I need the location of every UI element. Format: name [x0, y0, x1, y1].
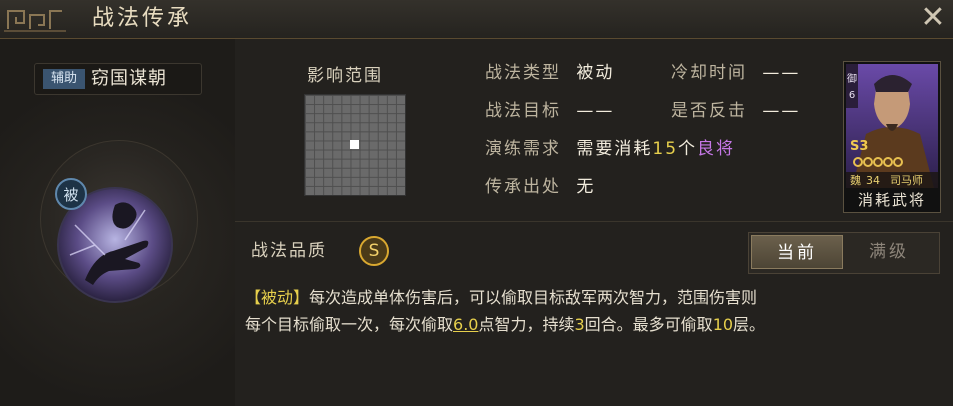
window-title: 战法传承 — [92, 6, 193, 31]
desc-turns: 3 — [574, 315, 585, 334]
range-title: 影响范围 — [307, 66, 383, 86]
skill-description: 【被动】每次造成单体伤害后，可以偷取目标敌军两次智力，范围伤害则 每个目标偷取一… — [245, 284, 935, 338]
card-side-text: 御 — [847, 72, 857, 85]
type-value: 被动 — [576, 63, 615, 83]
card-rank: S3 — [850, 139, 868, 154]
train-prefix: 需要消耗 — [576, 139, 653, 159]
train-label: 演练需求 — [485, 139, 561, 159]
tab-max-level[interactable]: 满级 — [843, 235, 935, 269]
tab-current[interactable]: 当前 — [751, 235, 843, 269]
desc-tag: 【被动】 — [245, 288, 310, 307]
info-type-row: 战法类型 被动 — [485, 61, 614, 85]
train-unit: 个 — [678, 139, 698, 159]
type-label: 战法类型 — [485, 63, 561, 83]
role-badge: 辅助 — [43, 69, 85, 89]
quality-label: 战法品质 — [251, 241, 327, 261]
cooldown-label: 冷却时间 — [671, 63, 747, 83]
info-counter-row: 是否反击 —— — [671, 99, 800, 123]
counter-value: —— — [762, 101, 801, 121]
desc-line2a: 每个目标偷取一次，每次偷取 — [245, 315, 454, 334]
skill-name-tag: 辅助 窃国谋朝 — [34, 63, 202, 95]
range-self-cell — [350, 140, 359, 149]
card-label: 消耗武将 — [857, 191, 926, 209]
desc-value: 6.0 — [453, 315, 479, 334]
general-portrait-icon: 御 6 S3 魏 34 司马师 — [846, 64, 938, 188]
title-ornament-icon — [4, 10, 66, 32]
origin-value: 无 — [576, 177, 596, 197]
train-item: 良将 — [697, 139, 736, 159]
desc-line1: 每次造成单体伤害后，可以偷取目标敌军两次智力，范围伤害则 — [309, 288, 758, 307]
card-faction: 魏 — [850, 173, 861, 187]
target-value: —— — [576, 101, 615, 121]
cooldown-value: —— — [762, 63, 801, 83]
desc-line2b: 点智力，持续 — [478, 315, 575, 334]
quality-badge: S — [359, 236, 389, 266]
level-tabs: 当前 满级 — [748, 232, 940, 274]
info-train-row: 演练需求 需要消耗15个良将 — [485, 137, 735, 161]
train-count: 15 — [652, 139, 679, 159]
origin-label: 传承出处 — [485, 177, 561, 197]
title-bar: 战法传承 ✕ — [0, 0, 953, 39]
skill-details: 影响范围 战法类型 被动 冷却时间 —— 战法目标 —— 是否反击 —— 演练需… — [235, 39, 953, 406]
info-origin-row: 传承出处 无 — [485, 175, 595, 199]
info-target-row: 战法目标 —— — [485, 99, 614, 123]
counter-label: 是否反击 — [671, 101, 747, 121]
close-icon[interactable]: ✕ — [919, 3, 947, 33]
info-cooldown-row: 冷却时间 —— — [671, 61, 800, 85]
consume-general-card[interactable]: 御 6 S3 魏 34 司马师 消耗武将 — [843, 61, 941, 213]
passive-badge: 被 — [55, 178, 87, 210]
card-side-num: 6 — [849, 90, 855, 101]
skill-name: 窃国谋朝 — [91, 68, 167, 89]
desc-line2c: 回合。最多可偷取 — [584, 315, 713, 334]
card-general-name: 司马师 — [890, 174, 923, 187]
range-grid — [304, 94, 406, 196]
card-level: 34 — [866, 174, 880, 187]
target-label: 战法目标 — [485, 101, 561, 121]
desc-max-layers: 10 — [712, 315, 734, 334]
desc-line2d: 层。 — [733, 315, 766, 334]
divider — [235, 221, 953, 222]
